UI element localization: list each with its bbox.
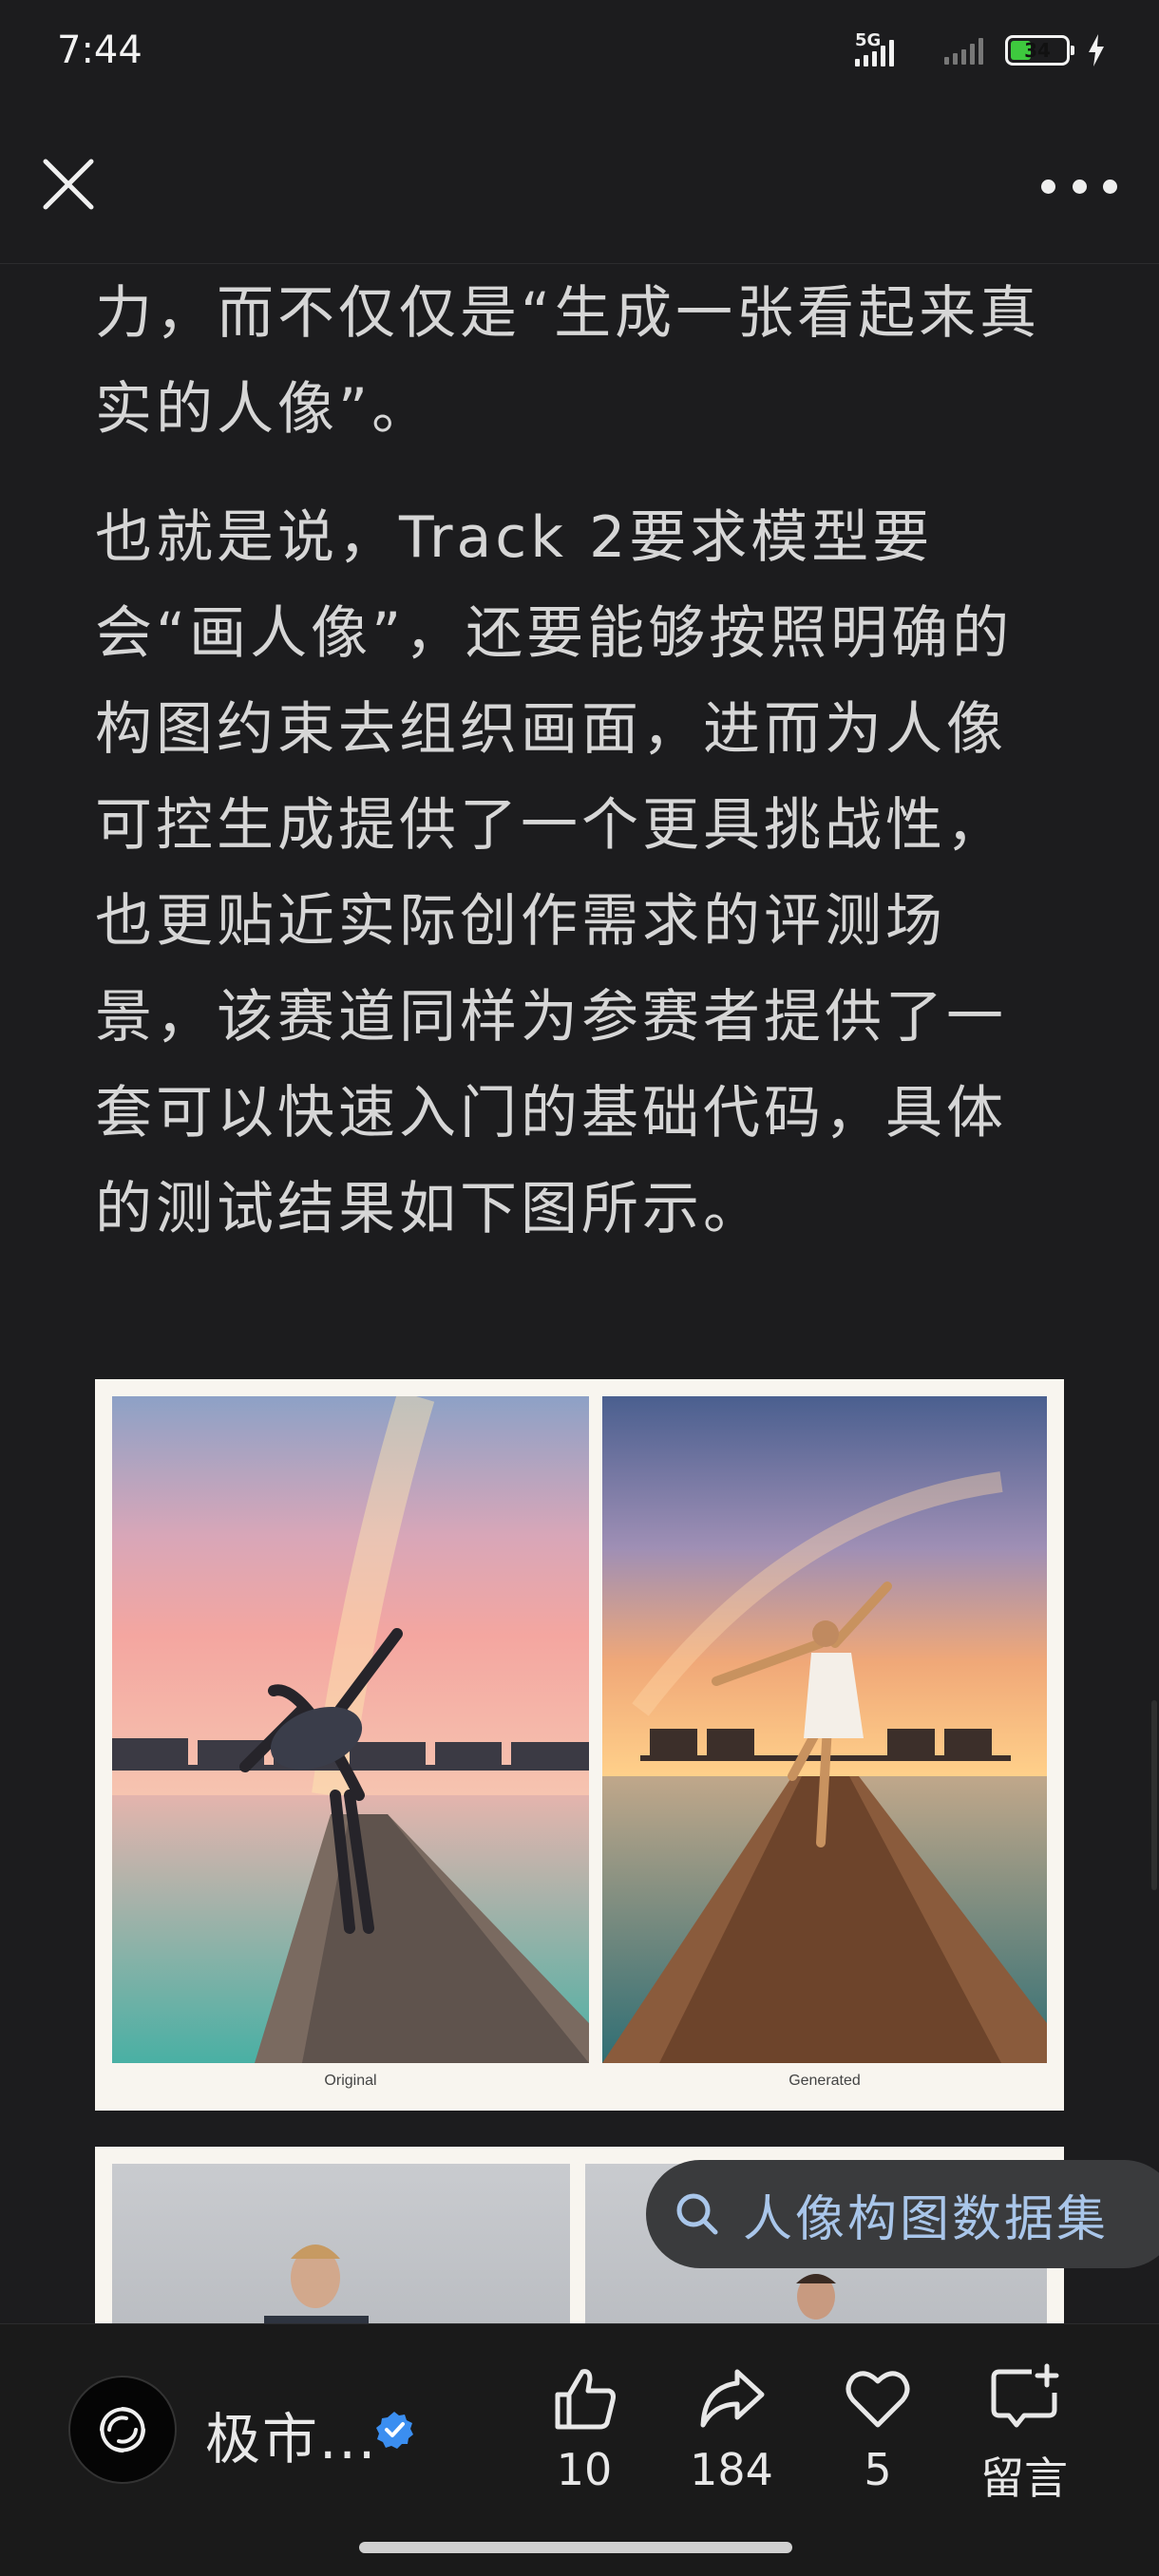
comment-button[interactable]: 留言 (967, 2362, 1081, 2507)
signal-5g-icon: 5G (855, 30, 927, 66)
swirl-logo-icon (100, 2407, 145, 2453)
more-dot-icon (1072, 179, 1087, 194)
search-icon (676, 2193, 718, 2235)
article-body: 力，而不仅仅是“生成一张看起来真实的人像”。 也就是说，Track 2要求模型要… (95, 266, 1064, 1258)
original-photo-2 (112, 2164, 570, 2337)
signal-2-icon (944, 36, 988, 65)
close-icon (43, 159, 94, 210)
like-button[interactable]: 10 (527, 2362, 641, 2495)
scroll-indicator[interactable] (1151, 1700, 1157, 1890)
top-nav (0, 112, 1159, 264)
bottom-action-bar: 极市... 10 184 5 留言 (0, 2323, 1159, 2576)
comment-label: 留言 (980, 2453, 1068, 2504)
verified-badge-icon (376, 2412, 413, 2449)
heart-icon (846, 2371, 910, 2428)
thumbs-up-icon (555, 2369, 616, 2430)
comment-add-icon (991, 2363, 1059, 2428)
related-search-chip[interactable]: 人像构图数据集 (646, 2160, 1159, 2268)
original-photo (112, 1396, 589, 2063)
share-count: 184 (690, 2444, 773, 2495)
share-button[interactable]: 184 (674, 2362, 788, 2495)
status-time: 7:44 (57, 28, 142, 72)
comparison-figure[interactable]: Original Generated (95, 1379, 1064, 2111)
article-paragraph: 力，而不仅仅是“生成一张看起来真实的人像”。 (95, 280, 1041, 443)
generated-photo (602, 1396, 1047, 2063)
status-bar: 7:44 5G 34 (0, 0, 1159, 112)
search-chip-label: 人像构图数据集 (743, 2190, 1110, 2248)
article-page: 7:44 5G 34 力，而不仅仅是“生成一张看起来真实的人像”。 也就是说，T… (0, 0, 1159, 2576)
more-dot-icon (1041, 179, 1055, 194)
caption-original: Original (324, 2073, 377, 2089)
battery-level: 34 (1024, 39, 1051, 62)
share-arrow-icon (700, 2369, 765, 2428)
status-icons: 5G 34 (855, 30, 1106, 66)
favorite-button[interactable]: 5 (821, 2362, 935, 2495)
more-dot-icon (1103, 179, 1117, 194)
caption-generated: Generated (788, 2073, 861, 2089)
charging-icon (1089, 34, 1104, 66)
home-indicator[interactable] (359, 2542, 792, 2553)
author-name[interactable]: 极市... (205, 2395, 377, 2474)
battery-icon: 34 (1005, 35, 1074, 66)
article-paragraph: 也就是说，Track 2要求模型要会“画人像”，还要能够按照明确的构图约束去组织… (95, 504, 1014, 1242)
favorite-count: 5 (864, 2444, 892, 2495)
author-avatar[interactable] (68, 2376, 177, 2484)
more-options-button[interactable] (1041, 167, 1117, 205)
close-button[interactable] (38, 154, 99, 215)
like-count: 10 (556, 2444, 613, 2495)
